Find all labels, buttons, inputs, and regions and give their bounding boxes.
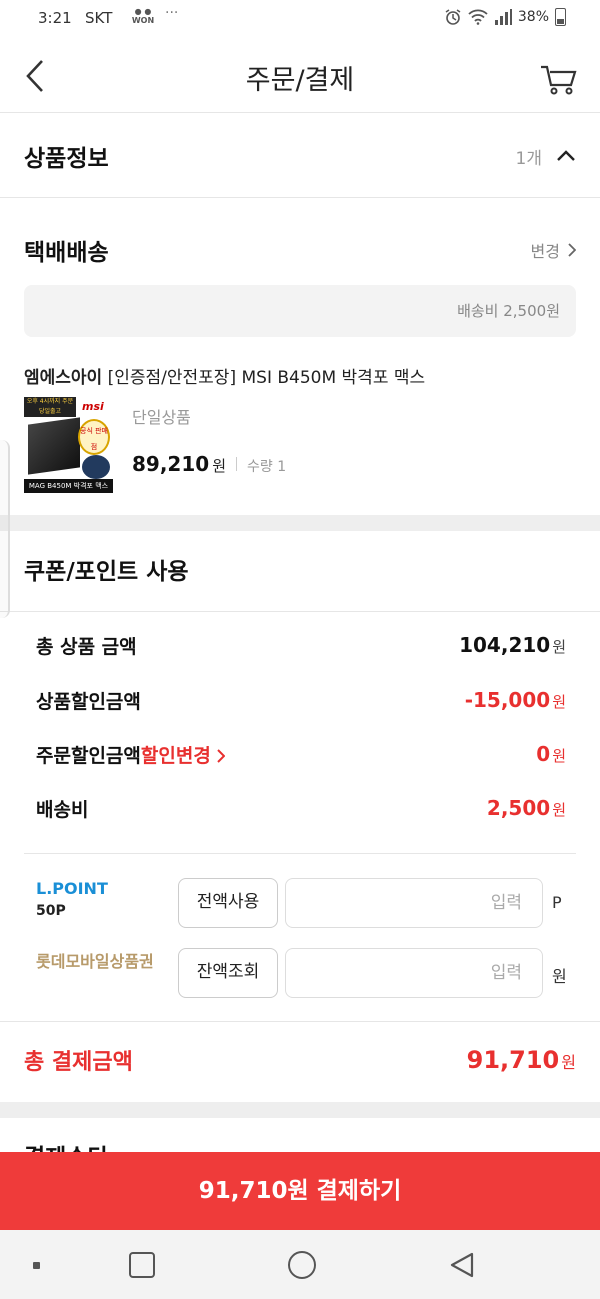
recents-button-icon[interactable] <box>129 1252 155 1278</box>
summary-row-total: 총 상품 금액 104,210 원 <box>36 628 566 662</box>
won-unit: 원 <box>561 1053 576 1072</box>
section-separator <box>0 1102 600 1118</box>
product-option: 단일상품 <box>132 408 191 427</box>
delivery-fee: 배송비 2,500원 <box>457 302 560 320</box>
total-payment-value: 91,710 <box>466 1046 560 1074</box>
won-app-icon: ● ● WON <box>131 7 155 25</box>
chevron-right-icon <box>217 748 226 763</box>
system-nav-bar <box>0 1230 600 1299</box>
recent-dot-icon[interactable] <box>33 1262 40 1269</box>
chevron-up-icon[interactable] <box>556 150 576 162</box>
wifi-icon <box>468 9 488 25</box>
msi-logo: msi <box>82 400 104 413</box>
gift-card-input[interactable]: 입력 <box>285 948 543 998</box>
delivery-header: 택배배송 변경 <box>24 228 576 272</box>
safe-pack-icon <box>82 455 110 479</box>
status-bar: 3:21 SKT ● ● WON ··· 38% <box>0 0 600 40</box>
product-thumbnail[interactable]: 오후 4시까지 주문 당일출고 msi 공식 판매점 MAG B450M 박격포… <box>24 397 113 493</box>
won-unit: 원 <box>552 801 566 819</box>
won-unit: 원 <box>552 747 566 765</box>
product-price-row: 89,210 원 수량 1 <box>132 452 286 476</box>
lpoint-name: L.POINT <box>36 879 108 898</box>
divider <box>0 1021 600 1022</box>
back-button-icon[interactable] <box>448 1251 476 1279</box>
change-label: 변경 <box>530 242 560 261</box>
discount-change-label: 할인변경 <box>140 744 211 767</box>
divider <box>0 197 600 198</box>
won-unit: 원 <box>552 693 566 711</box>
price-divider <box>236 457 237 471</box>
product-brand: 엠에스아이 <box>24 368 103 388</box>
product-discount-label: 상품할인금액 <box>36 690 141 713</box>
alarm-icon <box>445 9 461 25</box>
battery-icon <box>555 8 566 26</box>
total-payment-row: 총 결제금액 91,710 원 <box>24 1040 576 1080</box>
order-discount-value: 0 <box>536 742 551 766</box>
home-button-icon[interactable] <box>288 1251 316 1279</box>
lpoint-unit: P <box>552 893 562 912</box>
total-product-label: 총 상품 금액 <box>36 635 137 658</box>
cart-icon[interactable] <box>540 62 578 96</box>
pay-button[interactable]: 91,710원 결제하기 <box>0 1152 600 1230</box>
lpoint-use-all-button[interactable]: 전액사용 <box>178 878 278 928</box>
shipping-label: 배송비 <box>36 798 89 821</box>
lpoint-input[interactable]: 입력 <box>285 878 543 928</box>
status-time: 3:21 <box>38 9 72 27</box>
product-discount-value: -15,000 <box>464 688 551 712</box>
won-unit: 원 <box>552 638 566 656</box>
chevron-right-icon <box>568 243 576 257</box>
summary-row-order-discount: 주문할인금액할인변경 0원 <box>36 737 566 771</box>
app-header: 주문/결제 <box>0 40 600 113</box>
product-qty: 수량 1 <box>247 459 287 475</box>
summary-row-shipping: 배송비 2,500 원 <box>36 791 566 825</box>
divider <box>24 853 576 854</box>
lpoint-balance: 50P <box>36 903 66 919</box>
gift-balance-check-button[interactable]: 잔액조회 <box>178 948 278 998</box>
status-carrier: SKT <box>85 9 113 27</box>
delivery-change-link[interactable]: 변경 <box>531 238 576 262</box>
shipping-value: 2,500 <box>486 796 551 820</box>
more-notifications-icon: ··· <box>165 5 179 21</box>
official-seal: 공식 판매점 <box>78 419 110 455</box>
total-product-value: 104,210 <box>459 633 551 657</box>
coupon-title: 쿠폰/포인트 사용 <box>24 559 189 585</box>
battery-percent: 38% <box>517 9 549 25</box>
thumb-label: MAG B450M 박격포 맥스 <box>24 479 113 493</box>
gift-card-name: 롯데모바일상품권 <box>36 952 154 971</box>
page-title: 주문/결제 <box>245 65 355 96</box>
delivery-fee-box: 배송비 2,500원 <box>24 285 576 337</box>
product-info-section[interactable]: 상품정보 1개 <box>24 134 576 178</box>
total-payment-label: 총 결제금액 <box>24 1050 133 1075</box>
product-count: 1개 <box>515 148 542 169</box>
product-title: [인증점/안전포장] MSI B450M 박격포 맥스 <box>102 368 426 388</box>
discount-change-link[interactable]: 할인변경 <box>141 745 226 767</box>
edge-panel-handle[interactable] <box>0 440 10 618</box>
product-price-unit: 원 <box>212 457 226 475</box>
summary-row-product-discount: 상품할인금액 -15,000 원 <box>36 683 566 717</box>
thumb-badge: 오후 4시까지 주문 당일출고 <box>24 397 76 417</box>
product-name[interactable]: 엠에스아이 [인증점/안전포장] MSI B450M 박격포 맥스 <box>24 363 584 388</box>
section-separator <box>0 515 600 531</box>
gift-card-unit: 원 <box>552 967 567 986</box>
delivery-title: 택배배송 <box>24 240 109 266</box>
product-info-title: 상품정보 <box>24 146 109 172</box>
product-price: 89,210 <box>132 452 210 476</box>
signal-icon <box>494 9 512 25</box>
coupon-section-title: 쿠폰/포인트 사용 <box>24 552 189 586</box>
order-discount-label: 주문할인금액 <box>36 744 141 767</box>
divider <box>0 611 600 612</box>
motherboard-image <box>28 417 80 475</box>
